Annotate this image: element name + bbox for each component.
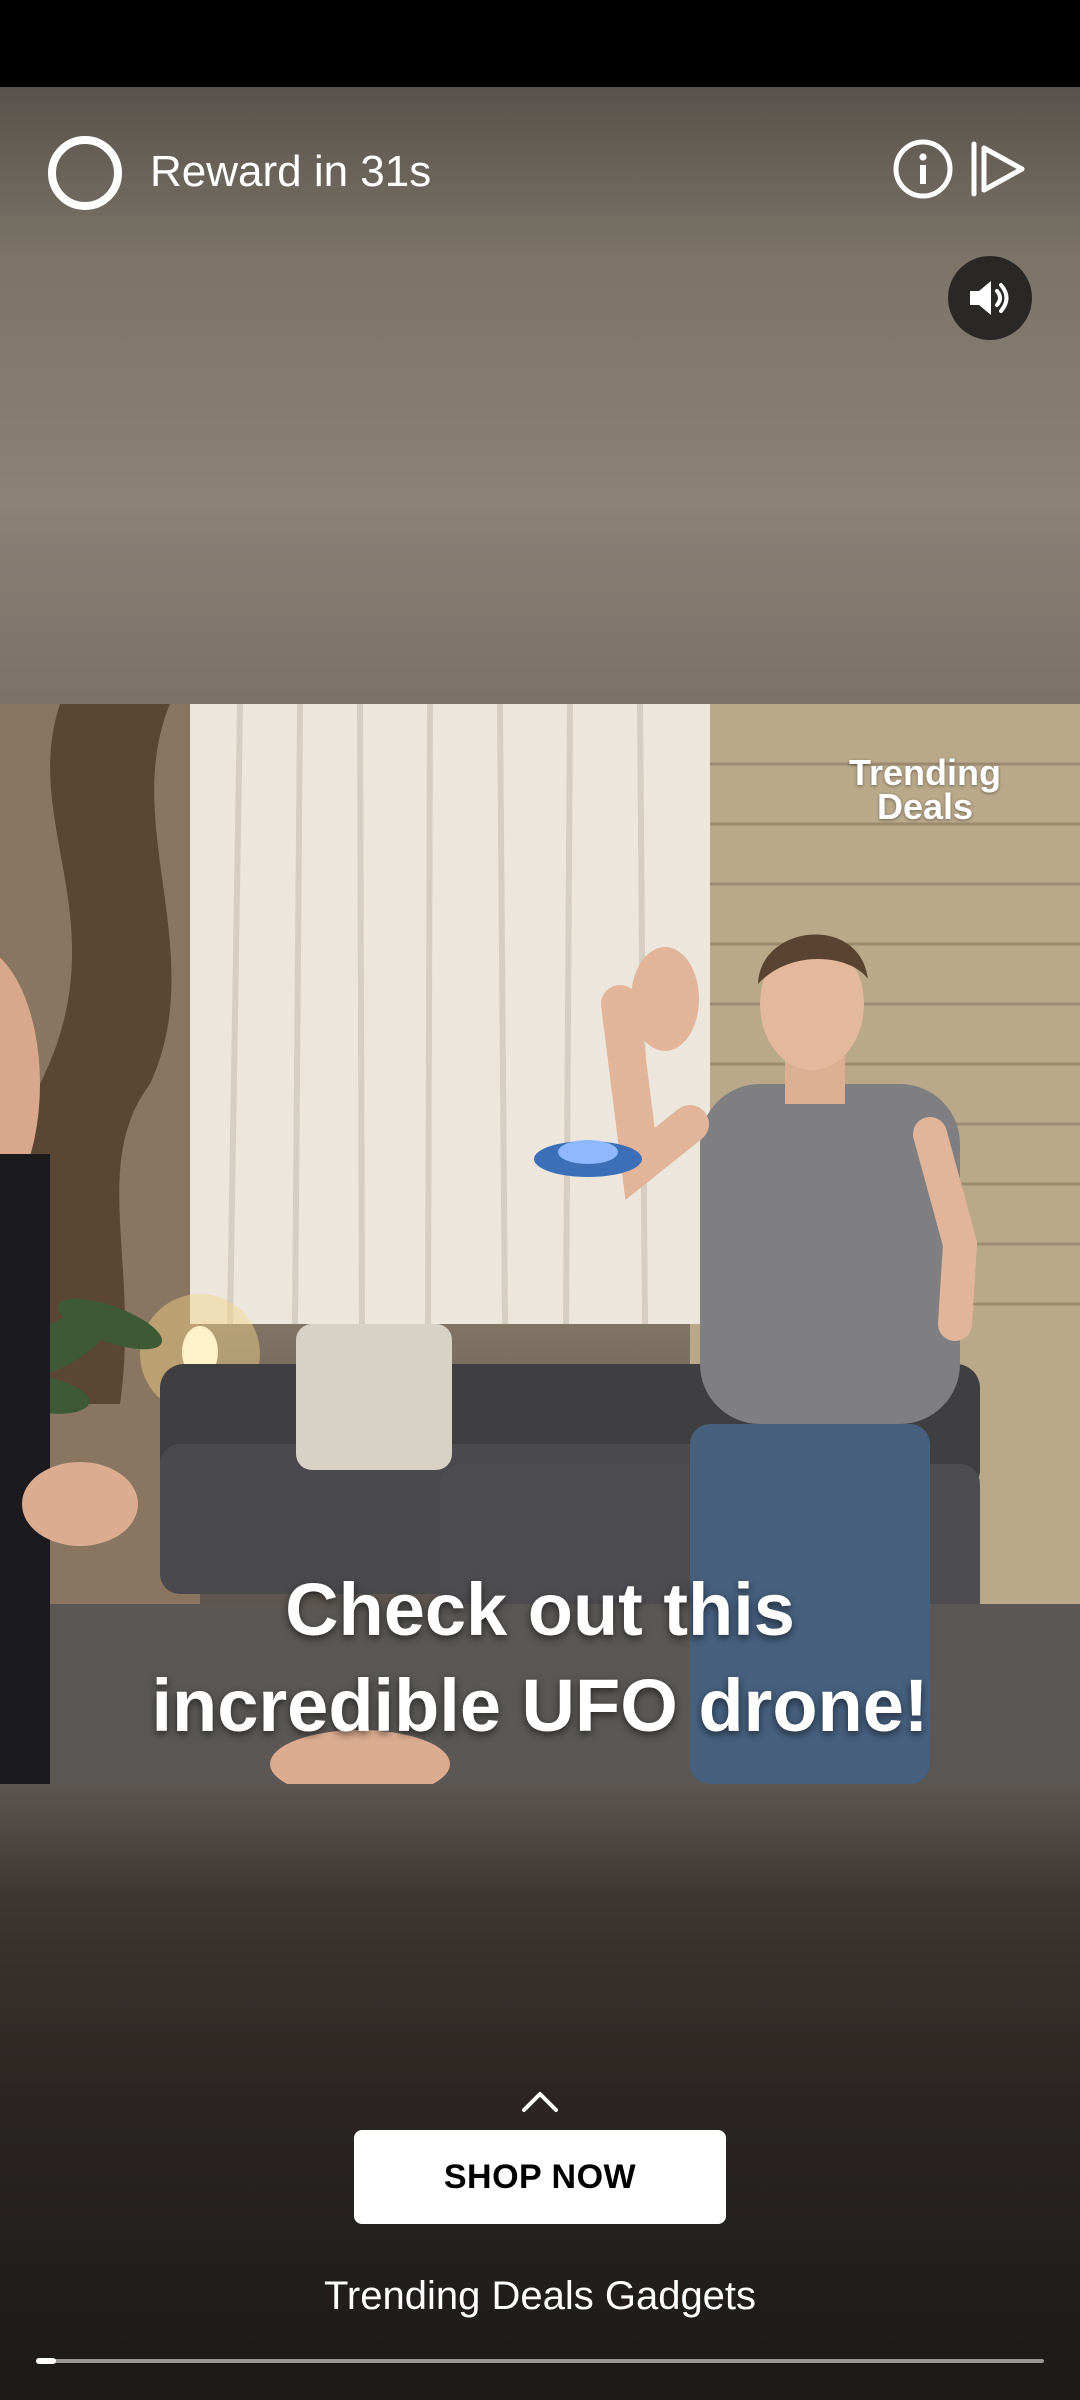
watermark-line1: Trending [849,752,1001,793]
ad-progress-bar [36,2358,1044,2364]
reward-ring-icon [48,136,122,210]
shop-now-button[interactable]: SHOP NOW [354,2130,726,2224]
ad-video[interactable]: Trending Deals Check out this incredible… [0,704,1080,1784]
video-caption: Check out this incredible UFO drone! [0,1562,1080,1754]
skip-icon[interactable] [966,138,1028,200]
speaker-icon [970,281,1009,315]
caption-line1: Check out this [285,1568,795,1651]
info-icon[interactable] [892,138,954,200]
sound-toggle-button[interactable] [948,256,1032,340]
ad-screen: Reward in 31s Trending Deals Check out t… [0,0,1080,2400]
caption-line2: incredible UFO drone! [151,1664,929,1747]
chevron-up-icon[interactable] [520,2086,560,2116]
ad-progress-fill [36,2358,57,2364]
brand-watermark: Trending Deals [830,752,1020,827]
reward-countdown: Reward in 31s [150,147,432,196]
advertiser-name[interactable]: Trending Deals Gadgets [0,2268,1080,2324]
watermark-line2: Deals [876,786,974,827]
status-bar [0,0,1080,87]
